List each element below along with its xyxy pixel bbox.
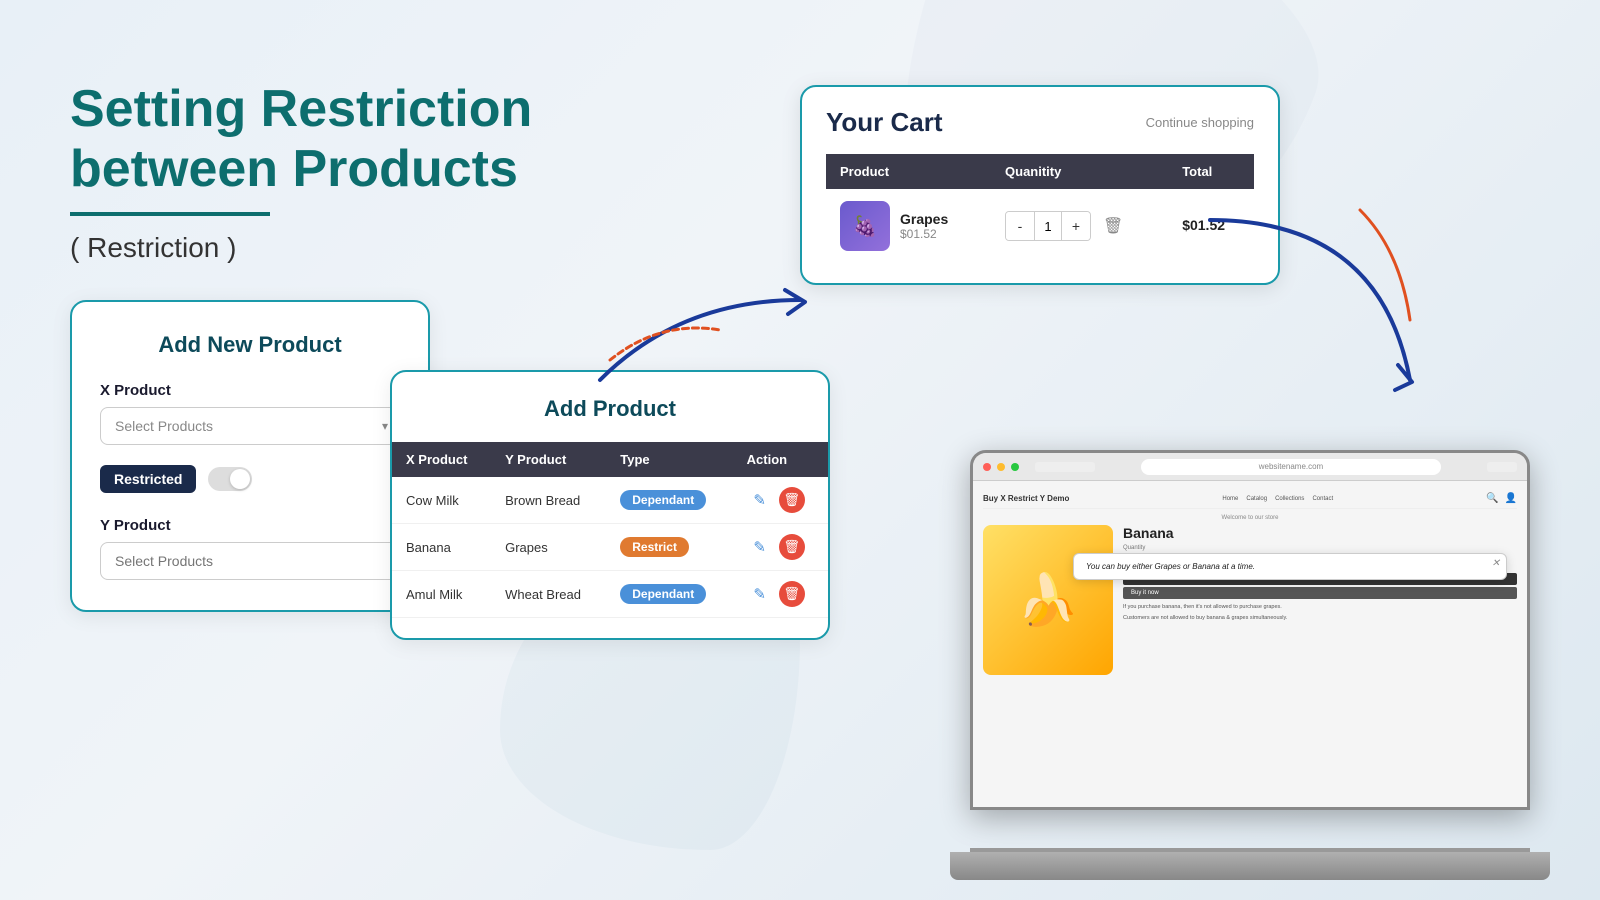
qty-decrease-button[interactable]: - xyxy=(1006,212,1034,240)
edit-button[interactable]: ✎ xyxy=(747,487,773,513)
table-row: Banana Grapes Restrict ✎ 🗑 xyxy=(392,524,828,571)
laptop-base xyxy=(950,852,1550,880)
nav-links: Home Catalog Collections Contact xyxy=(1222,496,1333,502)
y-product-label: Y Product xyxy=(100,517,400,534)
x-product-label: X Product xyxy=(100,382,400,399)
laptop-nav: Buy X Restrict Y Demo Home Catalog Colle… xyxy=(983,489,1517,509)
product-info: Grapes $01.52 xyxy=(900,211,948,241)
store-logo: Buy X Restrict Y Demo xyxy=(983,494,1069,503)
table-row: Cow Milk Brown Bread Dependant ✎ 🗑 xyxy=(392,477,828,524)
laptop-product-area: 🍌 Banana Quantity - 1 + Add to cart Buy … xyxy=(983,525,1517,675)
row-type: Dependant xyxy=(606,477,732,524)
laptop-screen: websitename.com Buy X Restrict Y Demo Ho… xyxy=(973,453,1527,807)
qty-increase-button[interactable]: + xyxy=(1062,212,1090,240)
heading-title: Setting Restriction between Products xyxy=(70,80,590,200)
add-new-product-title: Add New Product xyxy=(100,332,400,358)
edit-button[interactable]: ✎ xyxy=(747,534,773,560)
account-icon: 👤 xyxy=(1505,493,1517,504)
nav-home: Home xyxy=(1222,496,1238,502)
row-type: Restrict xyxy=(606,524,732,571)
popup-close-icon[interactable]: ✕ xyxy=(1492,558,1500,569)
laptop-quantity-label: Quantity xyxy=(1123,545,1517,551)
arrow-to-cart xyxy=(580,240,860,400)
delete-button[interactable]: 🗑 xyxy=(779,534,805,560)
heading-subtitle: ( Restriction ) xyxy=(70,232,590,264)
continue-shopping-link[interactable]: Continue shopping xyxy=(1146,115,1254,130)
row-y-product: Brown Bread xyxy=(491,477,606,524)
laptop-mockup: websitename.com Buy X Restrict Y Demo Ho… xyxy=(970,450,1550,880)
row-action: ✎ 🗑 xyxy=(733,571,828,618)
laptop-restriction-text-2: Customers are not allowed to buy banana … xyxy=(1123,614,1517,622)
restricted-toggle-row: Restricted xyxy=(100,465,400,493)
col-action: Action xyxy=(733,442,828,477)
heading-section: Setting Restriction between Products ( R… xyxy=(70,80,590,264)
cart-col-total: Total xyxy=(1168,154,1254,189)
edit-button[interactable]: ✎ xyxy=(747,581,773,607)
laptop-content: Buy X Restrict Y Demo Home Catalog Colle… xyxy=(973,481,1527,683)
cart-col-product: Product xyxy=(826,154,991,189)
row-action: ✎ 🗑 xyxy=(733,524,828,571)
type-badge-restrict: Restrict xyxy=(620,537,689,557)
browser-dot-green xyxy=(1011,463,1019,471)
browser-dot-yellow xyxy=(997,463,1005,471)
remove-item-button[interactable]: 🗑 xyxy=(1103,216,1123,236)
row-x-product: Amul Milk xyxy=(392,571,491,618)
type-badge-dependant: Dependant xyxy=(620,584,706,604)
x-product-select-wrapper: Select Products ▾ xyxy=(100,407,400,445)
product-price: $01.52 xyxy=(900,227,948,241)
cart-quantity-cell: - 1 + 🗑 xyxy=(991,189,1168,263)
row-x-product: Banana xyxy=(392,524,491,571)
product-name: Grapes xyxy=(900,211,948,227)
laptop-popup: You can buy either Grapes or Banana at a… xyxy=(1073,553,1507,580)
nav-catalog: Catalog xyxy=(1246,496,1267,502)
browser-bar: websitename.com xyxy=(973,453,1527,481)
qty-value: 1 xyxy=(1034,212,1062,240)
banana-product-image: 🍌 xyxy=(983,525,1113,675)
x-product-select[interactable]: Select Products xyxy=(100,407,400,445)
delete-button[interactable]: 🗑 xyxy=(779,487,805,513)
laptop-product-details: Banana Quantity - 1 + Add to cart Buy it… xyxy=(1123,525,1517,675)
add-new-product-card: Add New Product X Product Select Product… xyxy=(70,300,430,612)
type-badge-dependant: Dependant xyxy=(620,490,706,510)
row-type: Dependant xyxy=(606,571,732,618)
laptop-restriction-text-1: If you purchase banana, then it's not al… xyxy=(1123,603,1517,611)
col-y-product: Y Product xyxy=(491,442,606,477)
browser-dot-red xyxy=(983,463,991,471)
laptop-buy-now-button[interactable]: Buy it now xyxy=(1123,587,1517,599)
restricted-toggle[interactable] xyxy=(208,467,252,491)
delete-button[interactable]: 🗑 xyxy=(779,581,805,607)
row-y-product: Wheat Bread xyxy=(491,571,606,618)
cart-title: Your Cart xyxy=(826,107,943,138)
row-action: ✎ 🗑 xyxy=(733,477,828,524)
heading-underline xyxy=(70,212,270,216)
row-x-product: Cow Milk xyxy=(392,477,491,524)
search-icon: 🔍 xyxy=(1486,493,1498,504)
laptop-screen-wrapper: websitename.com Buy X Restrict Y Demo Ho… xyxy=(970,450,1530,810)
nav-collections: Collections xyxy=(1275,496,1304,502)
nav-contact: Contact xyxy=(1312,496,1333,502)
cart-header: Your Cart Continue shopping xyxy=(826,107,1254,138)
col-x-product: X Product xyxy=(392,442,491,477)
quantity-control: - 1 + xyxy=(1005,211,1091,241)
y-product-input[interactable] xyxy=(100,542,400,580)
restricted-label: Restricted xyxy=(100,465,196,493)
col-type: Type xyxy=(606,442,732,477)
add-product-card: Add Product X Product Y Product Type Act… xyxy=(390,370,830,640)
cart-col-quantity: Quanitity xyxy=(991,154,1168,189)
row-y-product: Grapes xyxy=(491,524,606,571)
product-table: X Product Y Product Type Action Cow Milk… xyxy=(392,442,828,618)
store-welcome: Welcome to our store xyxy=(983,515,1517,521)
table-row: Amul Milk Wheat Bread Dependant ✎ 🗑 xyxy=(392,571,828,618)
laptop-product-name: Banana xyxy=(1123,525,1517,541)
url-bar: websitename.com xyxy=(1141,459,1441,475)
